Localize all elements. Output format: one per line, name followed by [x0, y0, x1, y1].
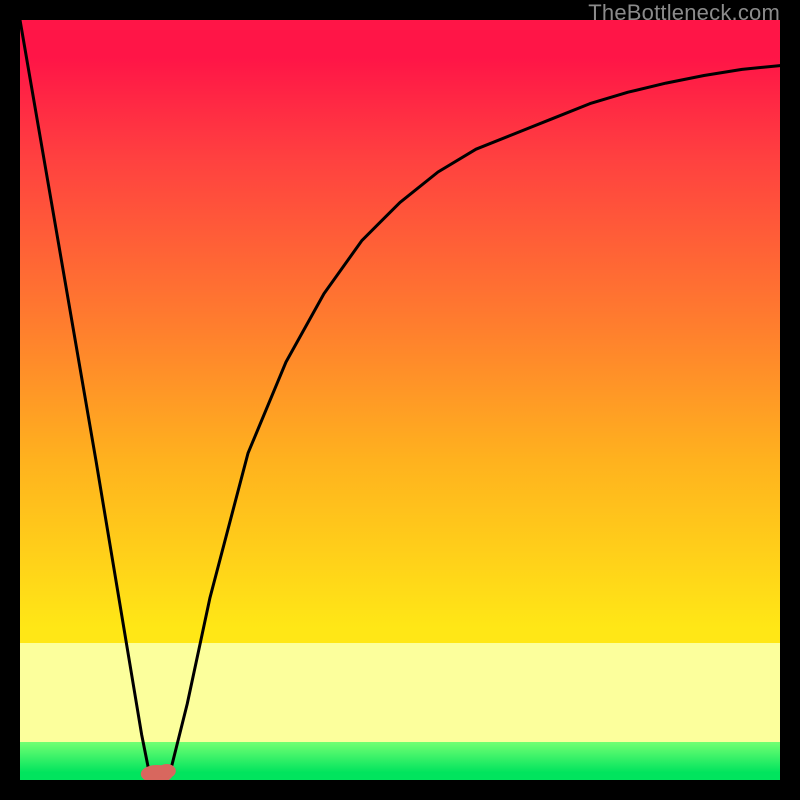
bottleneck-curve: [20, 20, 780, 780]
min-marker: [141, 764, 176, 780]
plot-area: [20, 20, 780, 780]
watermark-text: TheBottleneck.com: [588, 0, 780, 26]
chart-root: TheBottleneck.com: [0, 0, 800, 800]
curve-layer: [20, 20, 780, 780]
